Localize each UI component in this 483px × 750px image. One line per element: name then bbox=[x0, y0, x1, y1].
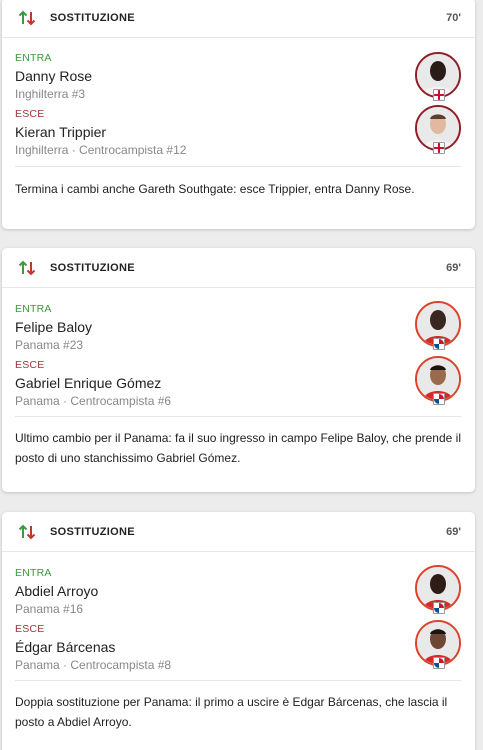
player-avatar[interactable] bbox=[415, 620, 461, 669]
role-in-label: ENTRA bbox=[15, 52, 52, 64]
player-name: Édgar Bárcenas bbox=[15, 639, 116, 655]
substitution-feed: SOSTITUZIONE 70' ENTRA Danny Rose Inghil… bbox=[0, 0, 483, 750]
player-name: Abdiel Arroyo bbox=[15, 583, 99, 599]
card-header: SOSTITUZIONE 70' bbox=[2, 0, 475, 38]
player-name: Felipe Baloy bbox=[15, 319, 93, 335]
role-out-label: ESCE bbox=[15, 108, 45, 120]
match-minute: 69' bbox=[446, 261, 461, 274]
substitution-card: SOSTITUZIONE 70' ENTRA Danny Rose Inghil… bbox=[2, 0, 475, 229]
card-header: SOSTITUZIONE 69' bbox=[2, 512, 475, 552]
card-header: SOSTITUZIONE 69' bbox=[2, 248, 475, 288]
england-flag-icon bbox=[433, 89, 445, 101]
player-meta: Panama · Centrocampista #8 bbox=[15, 658, 172, 672]
player-name: Kieran Trippier bbox=[15, 124, 107, 140]
card-title: SOSTITUZIONE bbox=[50, 261, 135, 274]
panama-flag-icon bbox=[433, 602, 445, 614]
substitution-icon bbox=[18, 260, 36, 275]
player-out-row[interactable]: ESCE Édgar Bárcenas Panama · Centrocampi… bbox=[15, 615, 461, 680]
player-avatar[interactable] bbox=[415, 52, 461, 101]
player-meta: Panama · Centrocampista #6 bbox=[15, 394, 172, 408]
player-name: Gabriel Enrique Gómez bbox=[15, 375, 162, 391]
player-avatar[interactable] bbox=[415, 565, 461, 614]
panama-flag-icon bbox=[433, 657, 445, 669]
panama-flag-icon bbox=[433, 393, 445, 405]
player-avatar[interactable] bbox=[415, 105, 461, 154]
commentary-text: Ultimo cambio per il Panama: fa il suo i… bbox=[15, 431, 461, 465]
england-flag-icon bbox=[433, 142, 445, 154]
role-out-label: ESCE bbox=[15, 359, 45, 371]
player-in-row[interactable]: ENTRA Felipe Baloy Panama #23 bbox=[15, 288, 461, 352]
substitution-icon bbox=[18, 10, 36, 25]
player-meta: Inghilterra · Centrocampista #12 bbox=[15, 143, 187, 157]
player-out-row[interactable]: ESCE Gabriel Enrique Gómez Panama · Cent… bbox=[15, 351, 461, 416]
player-out-row[interactable]: ESCE Kieran Trippier Inghilterra · Centr… bbox=[15, 101, 461, 166]
substitution-icon bbox=[18, 524, 36, 539]
role-in-label: ENTRA bbox=[15, 567, 52, 579]
player-meta: Inghilterra #3 bbox=[15, 87, 86, 101]
commentary-text: Termina i cambi anche Gareth Southgate: … bbox=[15, 182, 415, 196]
card-title: SOSTITUZIONE bbox=[50, 11, 135, 24]
role-in-label: ENTRA bbox=[15, 303, 52, 315]
role-out-label: ESCE bbox=[15, 623, 45, 635]
substitution-card: SOSTITUZIONE 69' ENTRA Abdiel Arroyo Pan… bbox=[2, 512, 475, 750]
card-title: SOSTITUZIONE bbox=[50, 525, 135, 538]
player-avatar[interactable] bbox=[415, 301, 461, 350]
player-avatar[interactable] bbox=[415, 356, 461, 405]
player-in-row[interactable]: ENTRA Danny Rose Inghilterra #3 bbox=[15, 38, 461, 101]
match-minute: 69' bbox=[446, 525, 461, 538]
commentary-text: Doppia sostituzione per Panama: il primo… bbox=[15, 695, 448, 729]
player-name: Danny Rose bbox=[15, 68, 93, 84]
match-minute: 70' bbox=[446, 11, 461, 24]
player-in-row[interactable]: ENTRA Abdiel Arroyo Panama #16 bbox=[15, 552, 461, 616]
substitution-card: SOSTITUZIONE 69' ENTRA Felipe Baloy Pana… bbox=[2, 248, 475, 492]
panama-flag-icon bbox=[433, 338, 445, 350]
